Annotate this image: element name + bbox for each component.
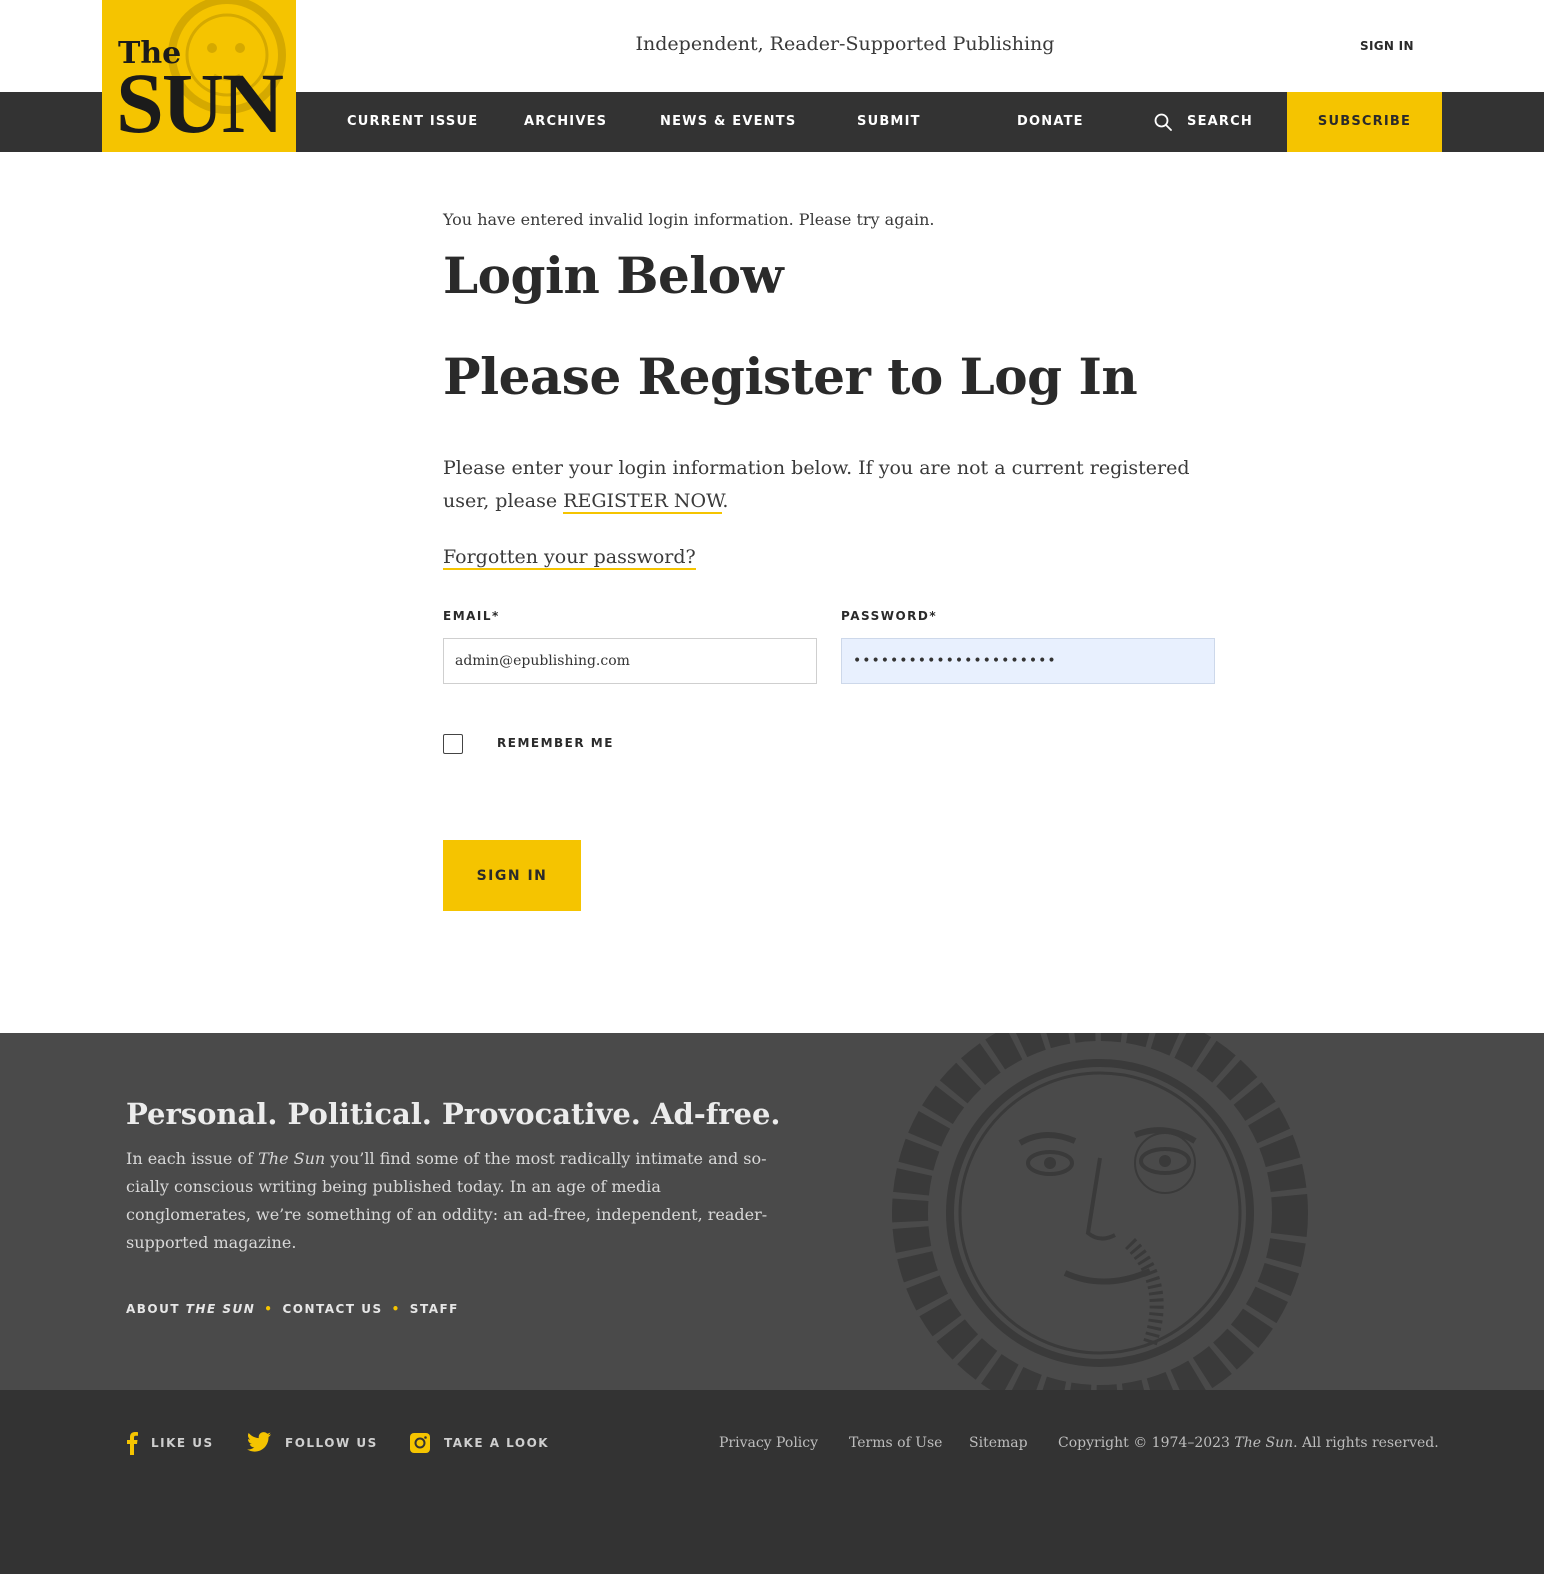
about-the-sun-link[interactable]: ABOUT THE SUN xyxy=(126,1302,255,1316)
twitter-label: FOLLOW US xyxy=(285,1436,378,1450)
subscribe-button[interactable]: SUBSCRIBE xyxy=(1287,92,1442,152)
header-sign-in-link[interactable]: SIGN IN xyxy=(1360,39,1414,53)
password-label: PASSWORD* xyxy=(841,609,938,623)
nav-submit[interactable]: SUBMIT xyxy=(857,92,921,152)
contact-us-link[interactable]: CONTACT US xyxy=(282,1302,382,1316)
footer-slogan: Personal. Political. Provocative. Ad-fre… xyxy=(126,1097,781,1131)
footer-description: In each issue of The Sun you’ll find som… xyxy=(126,1145,776,1257)
about-link-em: THE SUN xyxy=(185,1302,256,1316)
forgot-password-link[interactable]: Forgotten your password? xyxy=(443,546,696,570)
nav-news-events[interactable]: NEWS & EVENTS xyxy=(660,92,796,152)
copyright-pre: Copyright © 1974–2023 xyxy=(1058,1435,1235,1451)
forgot-password-wrap: Forgotten your password? xyxy=(443,546,696,570)
nav-archives[interactable]: ARCHIVES xyxy=(524,92,607,152)
instagram-label: TAKE A LOOK xyxy=(444,1436,550,1450)
sitemap-link[interactable]: Sitemap xyxy=(969,1435,1028,1451)
copyright-em: The Sun xyxy=(1234,1435,1294,1451)
copyright: Copyright © 1974–2023 The Sun. All right… xyxy=(1058,1435,1439,1451)
facebook-label: LIKE US xyxy=(151,1436,214,1450)
login-heading: Login Below xyxy=(443,246,784,305)
sign-in-button[interactable]: SIGN IN xyxy=(443,840,581,911)
footer-about: Personal. Political. Provocative. Ad-fre… xyxy=(0,1033,1544,1390)
footer-links: ABOUT THE SUN • CONTACT US • STAFF xyxy=(126,1302,459,1316)
instagram-icon xyxy=(410,1433,430,1453)
staff-link[interactable]: STAFF xyxy=(410,1302,459,1316)
email-field[interactable] xyxy=(443,638,817,684)
footer-link-separator: • xyxy=(264,1302,274,1316)
search-icon[interactable] xyxy=(1153,112,1173,132)
site-tagline: Independent, Reader-Supported Publishing xyxy=(635,33,1055,55)
footer-link-separator: • xyxy=(391,1302,401,1316)
login-intro: Please enter your login information belo… xyxy=(443,452,1223,518)
nav-search[interactable]: SEARCH xyxy=(1187,92,1253,152)
terms-of-use-link[interactable]: Terms of Use xyxy=(849,1435,942,1451)
logo-sun: SUN xyxy=(116,55,284,151)
remember-me-checkbox[interactable] xyxy=(443,734,463,754)
email-label: EMAIL* xyxy=(443,609,500,623)
facebook-icon xyxy=(127,1432,138,1455)
about-link-pre: ABOUT xyxy=(126,1302,186,1316)
footer-bottom: LIKE US FOLLOW US TAKE A LOOK Privacy Po… xyxy=(0,1390,1544,1574)
twitter-icon xyxy=(247,1432,271,1452)
footer-body-em: The Sun xyxy=(258,1149,326,1168)
intro-end: . xyxy=(722,490,729,512)
site-logo[interactable]: The SUN xyxy=(102,0,296,152)
nav-current-issue[interactable]: CURRENT ISSUE xyxy=(347,92,478,152)
register-heading: Please Register to Log In xyxy=(443,347,1138,406)
sun-face-illustration xyxy=(892,1033,1308,1390)
remember-me-label: REMEMBER ME xyxy=(497,736,614,750)
nav-donate[interactable]: DONATE xyxy=(1017,92,1084,152)
intro-text: Please enter your login information belo… xyxy=(443,457,1190,512)
register-now-link[interactable]: REGISTER NOW xyxy=(563,490,723,514)
footer-body-pre: In each issue of xyxy=(126,1149,259,1168)
privacy-policy-link[interactable]: Privacy Policy xyxy=(719,1435,818,1451)
login-error-message: You have entered invalid login informati… xyxy=(443,210,935,229)
password-field[interactable] xyxy=(841,638,1215,684)
copyright-post: . All rights reserved. xyxy=(1293,1435,1439,1451)
